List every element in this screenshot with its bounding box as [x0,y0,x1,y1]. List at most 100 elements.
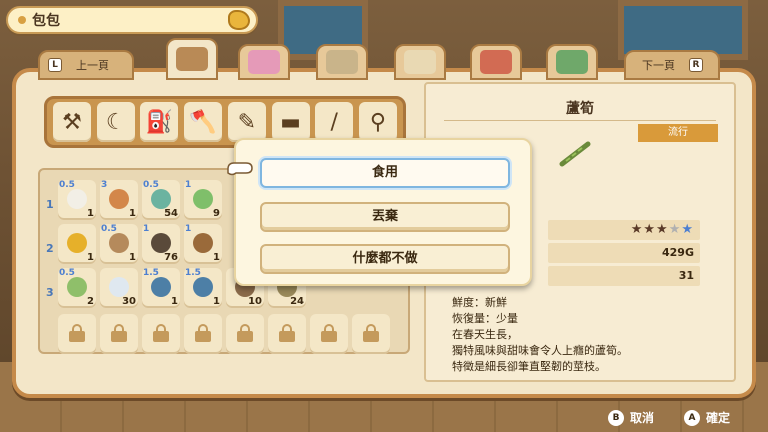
inventory-slot[interactable]: 30 [100,268,138,308]
scroll-icon [326,50,358,74]
rice-ball-icon [67,189,87,209]
hammer-icon: ⚒ [62,109,82,135]
axe-icon: 🪓 [189,109,217,135]
eat-button[interactable]: 食用 [260,158,510,188]
milk-can-icon [109,277,129,297]
hand-pointer-icon [227,162,253,176]
tool-slot[interactable]: ▬ [271,102,310,142]
menu-title: 包包 [32,13,60,29]
star-rating-badge: 3 [101,180,108,190]
tool-slot[interactable]: 🪓 [184,102,223,142]
lock-icon [69,324,85,342]
tab-shop[interactable] [470,44,522,80]
tool-slot[interactable]: ☾ [96,102,135,142]
tab-notebook[interactable] [546,44,598,80]
inventory-slot[interactable]: 1.5 1 [142,268,180,308]
item-name: 蘆筍 [566,101,594,117]
row-label: 1 [46,198,54,211]
star-rating-badge: 1.5 [143,268,159,278]
cancel-button[interactable]: B 取消 [608,409,654,426]
confirm-label: 確定 [706,411,731,425]
locked-slot [310,314,348,354]
divider [444,120,716,121]
tab-letters[interactable] [316,44,368,80]
jar-icon [193,277,213,297]
inventory-slot[interactable]: 1 [58,224,96,264]
title-bullet-icon [18,16,26,24]
lock-icon [237,324,253,342]
star-rating-badge: 1 [185,224,192,234]
notebook-icon [556,50,588,74]
r-button-icon: R [689,58,703,72]
inventory-slot[interactable]: 3 1 [100,180,138,220]
inventory-slot[interactable]: 0.5 54 [142,180,180,220]
lock-icon [195,324,211,342]
item-quantity: 10 [248,296,262,307]
lock-icon [111,324,127,342]
star-rating-badge: 1.5 [185,268,201,278]
item-action-menu: 食用 丟棄 什麼都不做 [234,138,532,286]
item-quantity: 76 [164,252,178,263]
tool-slot[interactable]: ⚒ [53,102,91,142]
a-button-icon: A [684,409,700,426]
tab-mail[interactable] [394,44,446,80]
freshness-text: 鮮度：新鮮 [452,296,507,309]
fishing-rod-icon: / [330,109,338,135]
item-count: 31 [548,266,700,286]
description-line: 獨特風味與甜味會令人上癮的蘆筍。 [452,344,628,357]
prev-page-label: 上一頁 [76,59,109,72]
do-nothing-button[interactable]: 什麼都不做 [260,244,510,274]
inventory-slot[interactable]: 0.5 1 [58,180,96,220]
locked-slot [100,314,138,354]
ore-icon [151,233,171,253]
menu-title-bar: 包包 [6,6,258,34]
tab-flowers[interactable] [238,44,290,80]
lock-icon [153,324,169,342]
star-rating-badge: 0.5 [101,224,117,234]
bag-icon [228,10,250,30]
seed-bag-icon [151,189,171,209]
tool-slot[interactable]: / [315,102,354,142]
recovery-text: 恢復量：少量 [452,312,518,325]
inventory-slot[interactable]: 1 9 [184,180,222,220]
locked-slot [268,314,306,354]
inventory-slot[interactable]: 1 1 [184,224,222,264]
tool-slot[interactable]: ⛽ [140,102,179,142]
b-button-icon: B [608,409,624,426]
discard-button[interactable]: 丟棄 [260,202,510,232]
lock-icon [363,324,379,342]
inventory-slot[interactable]: 0.5 2 [58,268,96,308]
tab-bag[interactable] [166,38,218,80]
next-page-label: 下一頁 [642,59,675,72]
inventory-slot[interactable]: 1 76 [142,224,180,264]
envelope-icon [404,50,436,74]
locked-slot [226,314,264,354]
hoe-icon: ⚲ [369,109,386,135]
asparagus-icon [559,141,591,167]
watering-can-icon: ⛽ [145,109,174,135]
star-rating-badge: 1 [185,180,192,190]
milker-icon: ▬ [280,109,301,135]
tool-slot[interactable]: ⚲ [358,102,397,142]
item-quantity: 1 [171,296,178,307]
tool-slot[interactable]: ✎ [227,102,266,142]
row-label: 3 [46,286,54,299]
locked-slot [184,314,222,354]
cancel-label: 取消 [630,411,655,425]
item-price: 429G [548,243,700,263]
inventory-slot[interactable]: 1.5 1 [184,268,222,308]
item-quantity: 1 [87,208,94,219]
locked-slot [142,314,180,354]
star-full-icon: ★★★ [630,222,669,237]
prev-page-button[interactable]: L 上一頁 [38,50,134,80]
row-label: 2 [46,242,54,255]
sickle-icon: ☾ [105,109,126,135]
star-rating-badge: 0.5 [143,180,159,190]
trend-badge: 流行 [638,124,718,142]
star-empty-icon: ★ [681,222,694,237]
confirm-button[interactable]: A 確定 [684,409,730,426]
inventory-slot[interactable]: 0.5 1 [100,224,138,264]
next-page-button[interactable]: 下一頁 R [624,50,720,80]
lock-icon [279,324,295,342]
locked-slot [58,314,96,354]
